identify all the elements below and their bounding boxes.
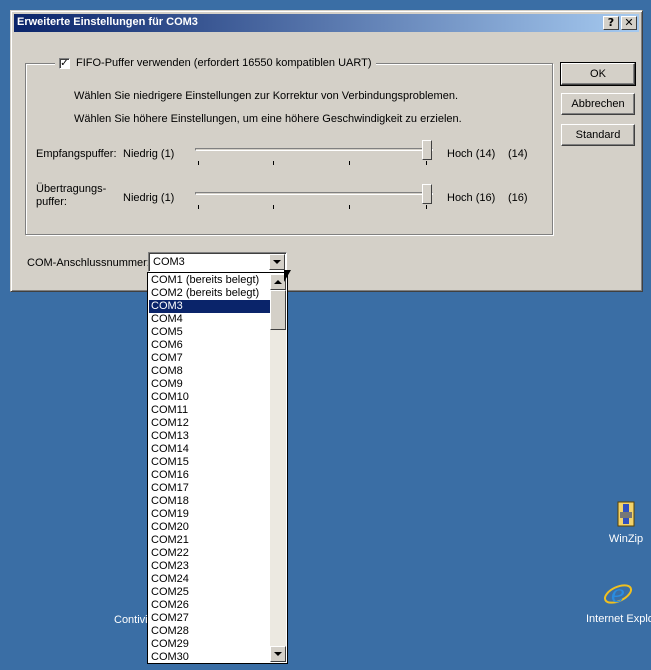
arrow-down-icon [274, 652, 282, 656]
com-port-option[interactable]: COM11 [149, 404, 271, 417]
ok-button[interactable]: OK [560, 62, 636, 86]
desktop-icon-label: Internet Explo [586, 613, 651, 625]
receive-min-label: Niedrig (1) [123, 148, 175, 160]
com-port-option[interactable]: COM19 [149, 508, 271, 521]
close-button[interactable]: ✕ [621, 16, 637, 30]
com-port-option[interactable]: COM21 [149, 534, 271, 547]
tick [426, 161, 427, 165]
receive-slider-thumb[interactable] [422, 140, 432, 160]
com-port-option[interactable]: COM2 (bereits belegt) [149, 287, 271, 300]
com-port-option[interactable]: COM1 (bereits belegt) [149, 274, 271, 287]
scroll-down-button[interactable] [270, 646, 286, 662]
com-port-option[interactable]: COM12 [149, 417, 271, 430]
com-port-option[interactable]: COM9 [149, 378, 271, 391]
desktop-icon-internet-explorer[interactable]: e Internet Explo [586, 578, 651, 625]
com-port-option[interactable]: COM30 [149, 651, 271, 663]
hint-high-text: Wählen Sie höhere Einstellungen, um eine… [74, 113, 462, 125]
combo-dropdown-button[interactable] [269, 254, 285, 270]
fifo-checkbox-row[interactable]: ✓ FIFO-Puffer verwenden (erfordert 16550… [55, 55, 376, 71]
com-port-dropdown-list[interactable]: COM1 (bereits belegt) COM2 (bereits beleg… [147, 272, 288, 664]
com-port-option[interactable]: COM28 [149, 625, 271, 638]
scroll-thumb[interactable] [270, 290, 286, 330]
tick [273, 161, 274, 165]
desktop-icon-label: WinZip [608, 533, 644, 545]
fifo-label: FIFO-Puffer verwenden (erfordert 16550 k… [76, 57, 372, 69]
com-port-option[interactable]: COM6 [149, 339, 271, 352]
com-port-option[interactable]: COM13 [149, 430, 271, 443]
transmit-value: (16) [508, 192, 528, 204]
transmit-slider-track[interactable] [195, 192, 433, 195]
transmit-label-line2: puffer: [36, 196, 67, 208]
transmit-label-line1: Übertragungs- [36, 183, 107, 195]
advanced-settings-dialog: Erweiterte Einstellungen für COM3 ? ✕ ✓ … [10, 10, 643, 292]
fifo-checkbox[interactable]: ✓ [59, 57, 70, 69]
receive-label: Empfangspuffer: [36, 148, 117, 160]
tick [198, 205, 199, 209]
com-port-option[interactable]: COM14 [149, 443, 271, 456]
internet-explorer-icon: e [603, 580, 633, 608]
chevron-down-icon [273, 260, 281, 264]
default-button[interactable]: Standard [561, 124, 635, 146]
com-port-combobox[interactable]: COM3 [148, 252, 287, 272]
help-button[interactable]: ? [603, 16, 619, 30]
transmit-max-label: Hoch (16) [447, 192, 496, 204]
com-port-option[interactable]: COM25 [149, 586, 271, 599]
com-port-option[interactable]: COM8 [149, 365, 271, 378]
com-port-option[interactable]: COM16 [149, 469, 271, 482]
desktop-icon-partial[interactable]: Contivi [114, 614, 148, 626]
transmit-min-label: Niedrig (1) [123, 192, 175, 204]
title-bar[interactable]: Erweiterte Einstellungen für COM3 ? ✕ [14, 14, 639, 32]
com-port-option[interactable]: COM27 [149, 612, 271, 625]
arrow-up-icon [274, 280, 282, 284]
com-port-option[interactable]: COM23 [149, 560, 271, 573]
com-port-option[interactable]: COM10 [149, 391, 271, 404]
com-port-label: COM-Anschlussnummer: [27, 257, 150, 269]
tick [273, 205, 274, 209]
tick [198, 161, 199, 165]
com-port-option[interactable]: COM24 [149, 573, 271, 586]
com-port-option[interactable]: COM29 [149, 638, 271, 651]
com-port-option[interactable]: COM22 [149, 547, 271, 560]
dialog-title: Erweiterte Einstellungen für COM3 [17, 16, 198, 28]
dropdown-scrollbar[interactable] [270, 274, 286, 662]
tick [349, 161, 350, 165]
com-port-option[interactable]: COM3 [149, 300, 271, 313]
transmit-slider-thumb[interactable] [422, 184, 432, 204]
svg-text:e: e [611, 580, 625, 608]
com-port-option[interactable]: COM18 [149, 495, 271, 508]
receive-max-label: Hoch (14) [447, 148, 496, 160]
cancel-button[interactable]: Abbrechen [561, 93, 635, 115]
com-port-option[interactable]: COM5 [149, 326, 271, 339]
com-port-options[interactable]: COM1 (bereits belegt) COM2 (bereits beleg… [149, 274, 271, 663]
com-port-option[interactable]: COM20 [149, 521, 271, 534]
com-port-option[interactable]: COM4 [149, 313, 271, 326]
tick [426, 205, 427, 209]
com-port-option[interactable]: COM7 [149, 352, 271, 365]
desktop-icon-label: Contivi [114, 614, 148, 626]
mouse-cursor-icon [284, 270, 291, 282]
desktop-icon-winzip[interactable]: WinZip [604, 500, 648, 545]
com-port-option[interactable]: COM15 [149, 456, 271, 469]
receive-value: (14) [508, 148, 528, 160]
com-port-option[interactable]: COM17 [149, 482, 271, 495]
winzip-icon [617, 501, 635, 527]
receive-slider-track[interactable] [195, 148, 433, 151]
tick [349, 205, 350, 209]
com-port-value: COM3 [153, 256, 185, 268]
hint-low-text: Wählen Sie niedrigere Einstellungen zur … [74, 90, 459, 102]
com-port-option[interactable]: COM26 [149, 599, 271, 612]
